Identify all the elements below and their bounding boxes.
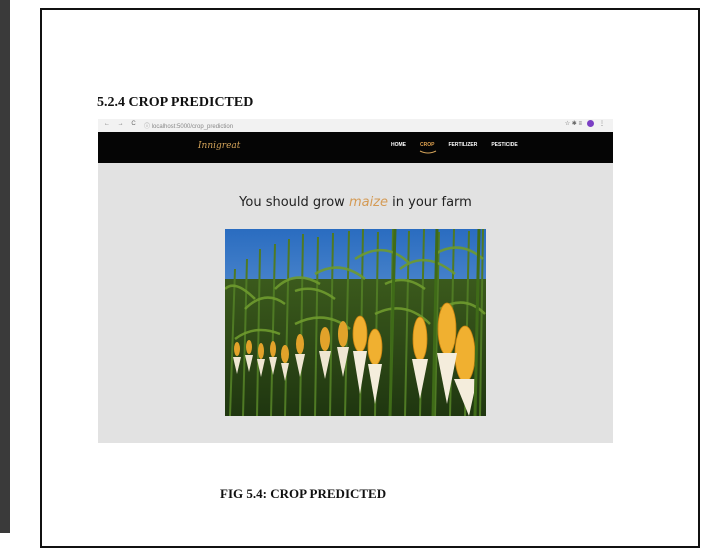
maize-field-photo-icon bbox=[225, 229, 486, 416]
result-suffix: in your farm bbox=[392, 195, 472, 210]
nav-menu: HOME CROP FERTILIZER PESTICIDE bbox=[391, 142, 518, 154]
site-navbar: Innigreat HOME CROP FERTILIZER PESTICIDE bbox=[98, 132, 613, 163]
predicted-crop: maize bbox=[348, 195, 389, 210]
figure-caption: FIG 5.4: CROP PREDICTED bbox=[220, 486, 387, 501]
nav-item-fertilizer[interactable]: FERTILIZER bbox=[448, 142, 477, 148]
prediction-panel: You should grow maize in your farm bbox=[98, 163, 613, 443]
nav-item-home[interactable]: HOME bbox=[391, 142, 406, 148]
scan-left-edge bbox=[0, 0, 10, 533]
result-prefix: You should grow bbox=[239, 195, 345, 210]
nav-item-pesticide[interactable]: PESTICIDE bbox=[491, 142, 517, 148]
section-heading: 5.2.4 CROP PREDICTED bbox=[97, 95, 254, 110]
active-underline-icon bbox=[419, 150, 437, 154]
menu-icon[interactable]: ⋮ bbox=[599, 120, 605, 127]
site-logo[interactable]: Innigreat bbox=[198, 141, 240, 151]
prediction-result: You should grow maize in your farm bbox=[98, 195, 613, 210]
nav-item-crop-label: CROP bbox=[420, 142, 435, 148]
browser-toolbar: ← → C ⓘ localhost:5000/crop_prediction ☆… bbox=[98, 119, 613, 132]
nav-item-crop[interactable]: CROP bbox=[419, 142, 437, 154]
browser-nav-icons[interactable]: ← → C bbox=[104, 121, 139, 127]
browser-actions-icon[interactable]: ☆ ✱ ≡ bbox=[565, 120, 582, 127]
browser-extension-icons: ☆ ✱ ≡ ⋮ bbox=[565, 120, 605, 127]
address-bar[interactable]: ⓘ localhost:5000/crop_prediction bbox=[144, 121, 233, 130]
maize-field-image bbox=[225, 229, 486, 416]
profile-avatar[interactable] bbox=[587, 120, 594, 127]
